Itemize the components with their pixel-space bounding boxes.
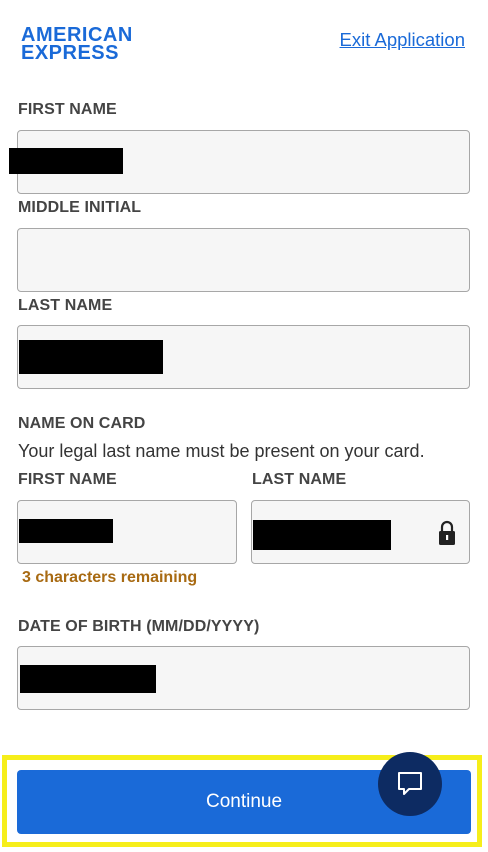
chat-button[interactable] bbox=[378, 752, 442, 816]
last-name-label: LAST NAME bbox=[18, 297, 113, 314]
amex-logo: AMERICAN EXPRESS bbox=[21, 25, 133, 64]
card-last-name-label: LAST NAME bbox=[252, 471, 347, 488]
exit-application-link[interactable]: Exit Application bbox=[340, 29, 465, 51]
card-first-name-label: FIRST NAME bbox=[18, 471, 117, 488]
first-name-label: FIRST NAME bbox=[18, 101, 117, 118]
first-name-redaction bbox=[9, 148, 123, 174]
logo-line2: EXPRESS bbox=[21, 42, 119, 64]
lock-icon bbox=[439, 520, 455, 545]
card-last-name-redaction bbox=[253, 520, 391, 550]
last-name-redaction bbox=[19, 340, 163, 374]
dob-redaction bbox=[20, 665, 156, 693]
chat-icon bbox=[398, 772, 422, 795]
header: AMERICAN EXPRESS Exit Application bbox=[0, 0, 488, 86]
name-on-card-help: Your legal last name must be present on … bbox=[18, 441, 425, 461]
middle-initial-label: MIDDLE INITIAL bbox=[18, 199, 142, 216]
middle-initial-input[interactable] bbox=[17, 228, 470, 292]
card-first-name-redaction bbox=[19, 519, 113, 543]
characters-remaining: 3 characters remaining bbox=[22, 569, 198, 586]
name-on-card-label: NAME ON CARD bbox=[18, 415, 146, 432]
dob-label: DATE OF BIRTH (MM/DD/YYYY) bbox=[18, 618, 260, 635]
